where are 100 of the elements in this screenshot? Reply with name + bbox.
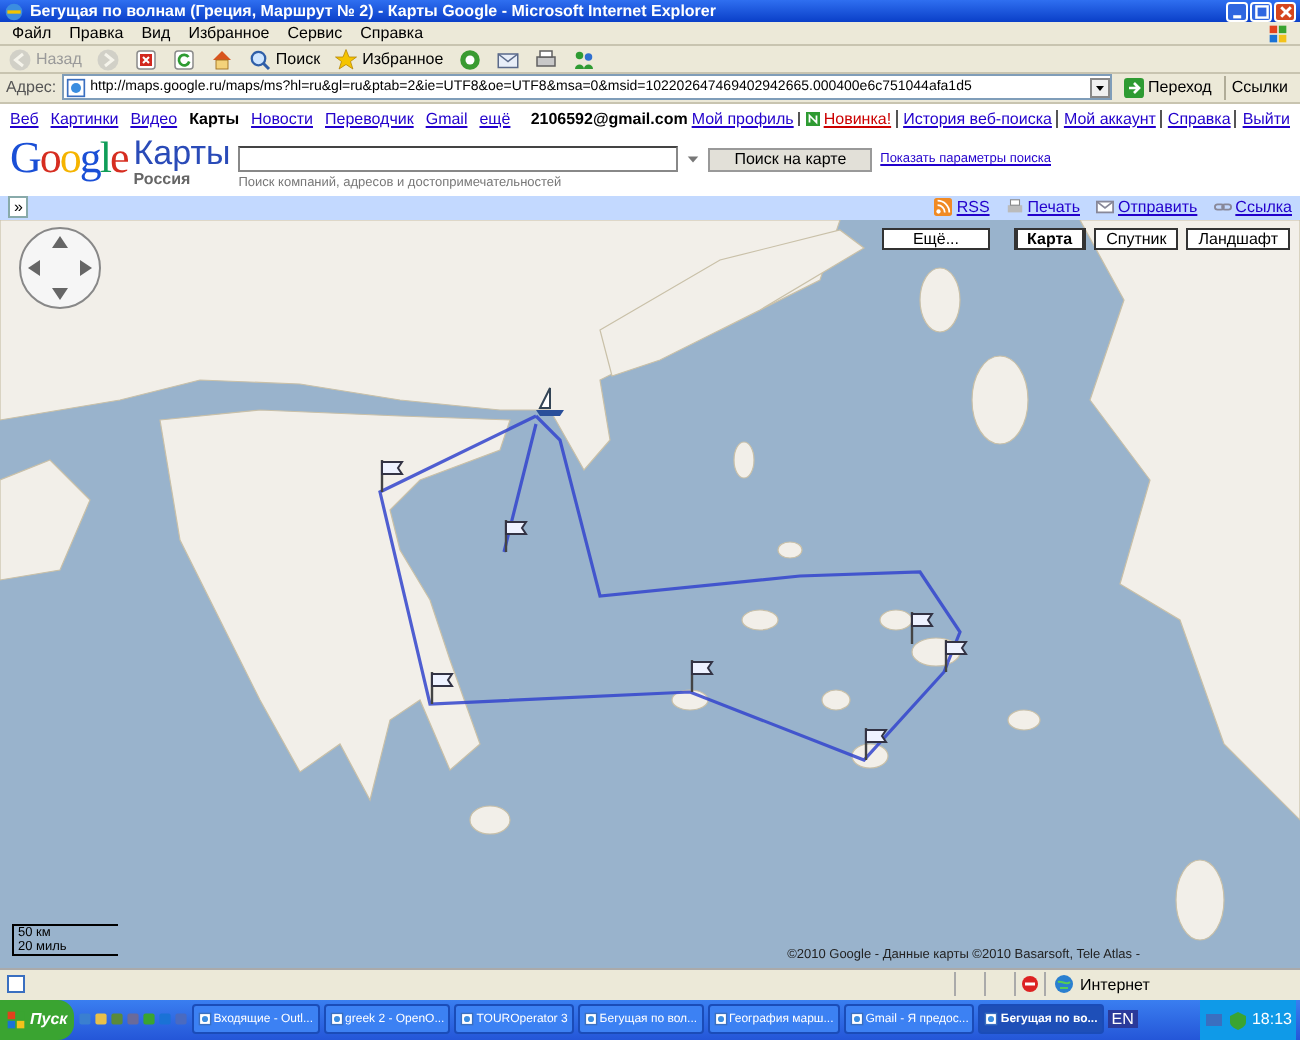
collapse-button[interactable]: » <box>8 196 29 219</box>
nav-link[interactable]: Новости <box>251 109 313 128</box>
flag-marker-icon[interactable] <box>430 671 454 704</box>
nav-link[interactable]: Переводчик <box>325 109 414 128</box>
clock: 18:13 <box>1251 1010 1292 1029</box>
account-link[interactable]: Мой аккаунт <box>1055 109 1156 128</box>
nav-link[interactable]: ещё <box>479 109 511 128</box>
window-icon <box>849 1012 864 1027</box>
print-icon <box>533 47 558 72</box>
island <box>821 689 851 711</box>
home-icon <box>209 47 234 72</box>
messenger-icon <box>571 47 596 72</box>
toolbar-button[interactable] <box>131 46 160 73</box>
menu-item[interactable]: Вид <box>141 24 171 43</box>
toolbar-button[interactable] <box>569 46 598 73</box>
flag-marker-icon[interactable] <box>504 519 528 552</box>
nav-link[interactable]: Видео <box>130 109 178 128</box>
menu-item[interactable]: Правка <box>69 24 124 43</box>
mail-icon <box>495 47 520 72</box>
toolbar-button[interactable] <box>531 46 560 73</box>
menu-item[interactable]: Справка <box>360 24 424 43</box>
nav-link[interactable]: Веб <box>10 109 39 128</box>
security-zone: Интернет <box>1080 975 1150 994</box>
close-button[interactable] <box>1274 1 1296 22</box>
menu-item[interactable]: Избранное <box>188 24 270 43</box>
window-icon <box>329 1012 344 1027</box>
island <box>671 689 709 711</box>
page-icon <box>66 77 87 98</box>
toolbar-button[interactable] <box>169 46 198 73</box>
window-icon <box>460 1012 475 1027</box>
flag-marker-icon[interactable] <box>944 639 968 672</box>
flag-marker-icon[interactable] <box>690 659 714 692</box>
island <box>971 355 1029 445</box>
address-label: Адрес: <box>6 78 57 97</box>
links-button[interactable]: Ссылки <box>1223 75 1294 100</box>
map-type-button[interactable]: Ландшафт <box>1186 227 1290 250</box>
boat-marker-icon[interactable] <box>536 386 564 416</box>
envelope-icon <box>1096 198 1114 217</box>
blocked-icon <box>1020 974 1040 995</box>
island <box>851 743 889 769</box>
shield-icon <box>1227 1009 1248 1030</box>
maximize-button[interactable] <box>1250 1 1272 22</box>
minimize-button[interactable] <box>1226 1 1248 22</box>
favorites-icon <box>334 47 359 72</box>
media-icon <box>457 47 482 72</box>
browser-icon <box>4 1 24 22</box>
refresh-icon <box>171 47 196 72</box>
map-action-link[interactable]: Отправить <box>1118 198 1198 217</box>
window-icon <box>984 1012 999 1027</box>
forward-icon <box>95 47 120 72</box>
region-label: Россия <box>133 170 191 189</box>
account-link[interactable]: Выйти <box>1234 109 1290 128</box>
island <box>919 267 961 333</box>
island <box>469 805 511 835</box>
flag-marker-icon[interactable] <box>864 727 888 760</box>
window-title: Бегущая по волнам (Греция, Маршрут № 2) - Карты Google - Microsoft Internet Explorer <box>30 2 718 21</box>
back-icon <box>8 47 32 72</box>
account-link[interactable]: Новинка! <box>823 109 892 128</box>
search-button[interactable]: Поиск на карте <box>708 147 873 172</box>
chain-link-icon <box>1213 198 1232 217</box>
window-icon <box>713 1012 728 1027</box>
island <box>1175 859 1225 941</box>
globe-icon <box>1054 974 1074 995</box>
toolbar-button[interactable]: Поиск <box>245 46 323 73</box>
island <box>777 541 803 559</box>
more-layers-button[interactable]: Ещё... <box>882 227 990 250</box>
map-type-button[interactable]: Спутник <box>1094 227 1179 250</box>
network-icon <box>1203 1009 1224 1030</box>
dropdown-icon[interactable] <box>1090 77 1111 98</box>
stop-icon <box>133 47 158 72</box>
menu-item[interactable]: Файл <box>12 24 52 43</box>
menu-item[interactable]: Сервис <box>287 24 343 43</box>
nav-link[interactable]: Gmail <box>425 109 468 128</box>
flag-marker-icon[interactable] <box>910 611 934 644</box>
account-email: 2106592@gmail.com <box>530 109 688 128</box>
flag-marker-icon[interactable] <box>380 459 404 492</box>
nav-link[interactable]: Карты <box>189 109 240 128</box>
language-indicator[interactable]: EN <box>1107 1010 1138 1029</box>
windows-logo-icon <box>1268 23 1288 44</box>
map-action-link[interactable]: Ссылка <box>1235 198 1292 217</box>
pan-control[interactable] <box>19 226 101 309</box>
google-logo[interactable]: Google <box>10 136 128 181</box>
account-link[interactable]: Справка <box>1159 109 1231 128</box>
account-link[interactable]: Мой профиль <box>691 109 794 128</box>
map-action-link[interactable]: RSS <box>956 198 990 217</box>
nav-link[interactable]: Картинки <box>50 109 119 128</box>
map-action-link[interactable]: Печать <box>1027 198 1080 217</box>
account-link[interactable]: История веб-поиска <box>895 109 1052 128</box>
window-icon <box>197 1012 212 1027</box>
search-field[interactable] <box>238 146 679 173</box>
windows-logo-icon <box>6 1009 26 1030</box>
island <box>733 441 755 479</box>
toolbar-button[interactable] <box>455 46 484 73</box>
search-icon <box>247 47 272 72</box>
arrow-icon <box>1124 77 1145 98</box>
go-button[interactable]: Переход <box>1118 75 1218 100</box>
island <box>741 609 779 631</box>
toolbar-button[interactable]: Избранное <box>332 46 446 73</box>
product-name: Карты <box>133 136 231 171</box>
island <box>879 609 913 631</box>
